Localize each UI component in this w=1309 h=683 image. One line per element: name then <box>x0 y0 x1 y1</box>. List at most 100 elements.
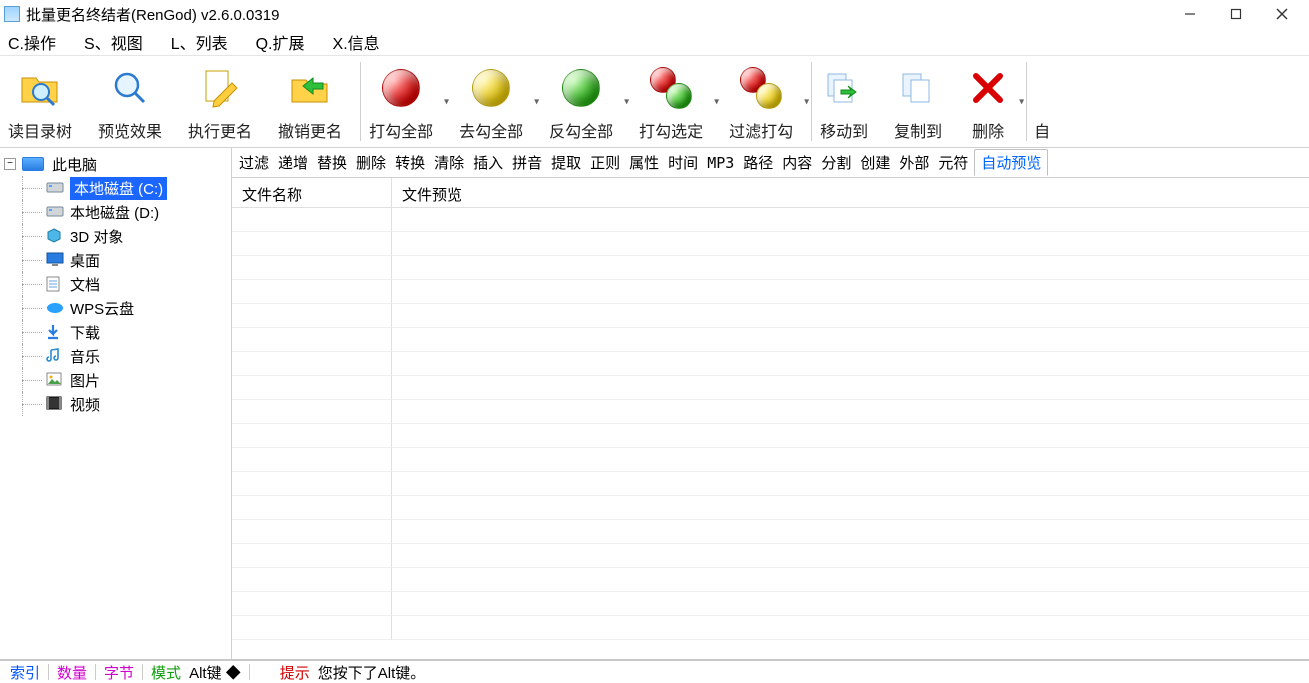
maximize-button[interactable] <box>1213 0 1259 28</box>
undo-rename-button[interactable]: 撤销更名 <box>274 56 346 148</box>
filter-check-button[interactable]: 过滤打勾 ▾ <box>725 56 797 148</box>
tab-提取[interactable]: 提取 <box>548 150 584 175</box>
dropdown-icon[interactable]: ▾ <box>444 96 449 107</box>
tab-过滤[interactable]: 过滤 <box>236 150 272 175</box>
copy-to-button[interactable]: 复制到 <box>890 56 946 148</box>
tab-插入[interactable]: 插入 <box>470 150 506 175</box>
table-row[interactable] <box>392 400 1309 424</box>
tab-路径[interactable]: 路径 <box>740 150 776 175</box>
dropdown-icon[interactable]: ▾ <box>624 96 629 107</box>
table-row[interactable] <box>392 424 1309 448</box>
table-row[interactable] <box>392 352 1309 376</box>
tab-正则[interactable]: 正则 <box>587 150 623 175</box>
tree-root[interactable]: − 此电脑 <box>2 152 229 176</box>
file-grid[interactable]: 文件名称 文件预览 <box>232 178 1309 659</box>
menu-view[interactable]: S、视图 <box>84 30 143 54</box>
check-all-button[interactable]: 打勾全部 ▾ <box>365 56 437 148</box>
tree-item[interactable]: 视频 <box>2 392 229 416</box>
menu-list[interactable]: L、列表 <box>171 30 228 54</box>
collapse-icon[interactable]: − <box>4 158 16 170</box>
table-row[interactable] <box>392 256 1309 280</box>
table-row[interactable] <box>232 496 392 520</box>
table-row[interactable] <box>392 232 1309 256</box>
tab-转换[interactable]: 转换 <box>392 150 428 175</box>
table-row[interactable] <box>392 592 1309 616</box>
read-tree-button[interactable]: 读目录树 <box>4 56 76 148</box>
column-preview[interactable]: 文件预览 <box>392 178 1309 208</box>
table-row[interactable] <box>232 448 392 472</box>
move-to-button[interactable]: 移动到 <box>816 56 872 148</box>
table-row[interactable] <box>232 208 392 232</box>
tree-item[interactable]: 图片 <box>2 368 229 392</box>
tab-分割[interactable]: 分割 <box>818 150 854 175</box>
table-row[interactable] <box>392 520 1309 544</box>
tab-外部[interactable]: 外部 <box>896 150 932 175</box>
menu-extend[interactable]: Q.扩展 <box>256 30 305 54</box>
tab-清除[interactable]: 清除 <box>431 150 467 175</box>
dropdown-icon[interactable]: ▾ <box>804 96 809 107</box>
table-row[interactable] <box>392 448 1309 472</box>
table-row[interactable] <box>232 256 392 280</box>
uncheck-all-button[interactable]: 去勾全部 ▾ <box>455 56 527 148</box>
table-row[interactable] <box>232 400 392 424</box>
folder-tree[interactable]: − 此电脑 本地磁盘 (C:)本地磁盘 (D:)3D 对象桌面文档WPS云盘下载… <box>0 148 232 659</box>
table-row[interactable] <box>232 568 392 592</box>
tab-创建[interactable]: 创建 <box>857 150 893 175</box>
table-row[interactable] <box>392 304 1309 328</box>
table-row[interactable] <box>392 280 1309 304</box>
table-row[interactable] <box>232 592 392 616</box>
dropdown-icon[interactable]: ▾ <box>534 96 539 107</box>
tree-item[interactable]: 音乐 <box>2 344 229 368</box>
tree-item[interactable]: 本地磁盘 (D:) <box>2 200 229 224</box>
tree-root-label: 此电脑 <box>52 154 97 175</box>
auto-button[interactable]: 自 <box>1031 56 1053 148</box>
tab-拼音[interactable]: 拼音 <box>509 150 545 175</box>
tab-MP3[interactable]: MP3 <box>704 152 737 174</box>
table-row[interactable] <box>232 232 392 256</box>
tree-item[interactable]: 本地磁盘 (C:) <box>2 176 229 200</box>
menu-info[interactable]: X.信息 <box>333 30 380 54</box>
check-selected-button[interactable]: 打勾选定 ▾ <box>635 56 707 148</box>
table-row[interactable] <box>232 352 392 376</box>
table-row[interactable] <box>392 376 1309 400</box>
dropdown-icon[interactable]: ▾ <box>714 96 719 107</box>
table-row[interactable] <box>232 424 392 448</box>
table-row[interactable] <box>232 544 392 568</box>
exec-rename-button[interactable]: 执行更名 <box>184 56 256 148</box>
table-row[interactable] <box>232 472 392 496</box>
tab-递增[interactable]: 递增 <box>275 150 311 175</box>
tab-替换[interactable]: 替换 <box>314 150 350 175</box>
tab-时间[interactable]: 时间 <box>665 150 701 175</box>
minimize-button[interactable] <box>1167 0 1213 28</box>
tab-属性[interactable]: 属性 <box>626 150 662 175</box>
preview-effect-button[interactable]: 预览效果 <box>94 56 166 148</box>
menu-operate[interactable]: C.操作 <box>8 30 56 54</box>
table-row[interactable] <box>232 328 392 352</box>
table-row[interactable] <box>392 472 1309 496</box>
tab-删除[interactable]: 删除 <box>353 150 389 175</box>
table-row[interactable] <box>232 304 392 328</box>
table-row[interactable] <box>392 568 1309 592</box>
invert-all-button[interactable]: 反勾全部 ▾ <box>545 56 617 148</box>
table-row[interactable] <box>232 520 392 544</box>
tree-item[interactable]: 3D 对象 <box>2 224 229 248</box>
table-row[interactable] <box>392 544 1309 568</box>
table-row[interactable] <box>392 208 1309 232</box>
table-row[interactable] <box>392 328 1309 352</box>
tree-item[interactable]: WPS云盘 <box>2 296 229 320</box>
tree-item[interactable]: 桌面 <box>2 248 229 272</box>
close-button[interactable] <box>1259 0 1305 28</box>
table-row[interactable] <box>232 280 392 304</box>
tab-内容[interactable]: 内容 <box>779 150 815 175</box>
table-row[interactable] <box>392 496 1309 520</box>
tab-元符[interactable]: 元符 <box>935 150 971 175</box>
tree-item[interactable]: 文档 <box>2 272 229 296</box>
table-row[interactable] <box>392 616 1309 640</box>
tree-item[interactable]: 下载 <box>2 320 229 344</box>
delete-button[interactable]: 删除 ▾ <box>964 56 1012 148</box>
table-row[interactable] <box>232 376 392 400</box>
column-filename[interactable]: 文件名称 <box>232 178 392 208</box>
table-row[interactable] <box>232 616 392 640</box>
dropdown-icon[interactable]: ▾ <box>1019 96 1024 107</box>
tab-auto-preview[interactable]: 自动预览 <box>974 149 1048 176</box>
